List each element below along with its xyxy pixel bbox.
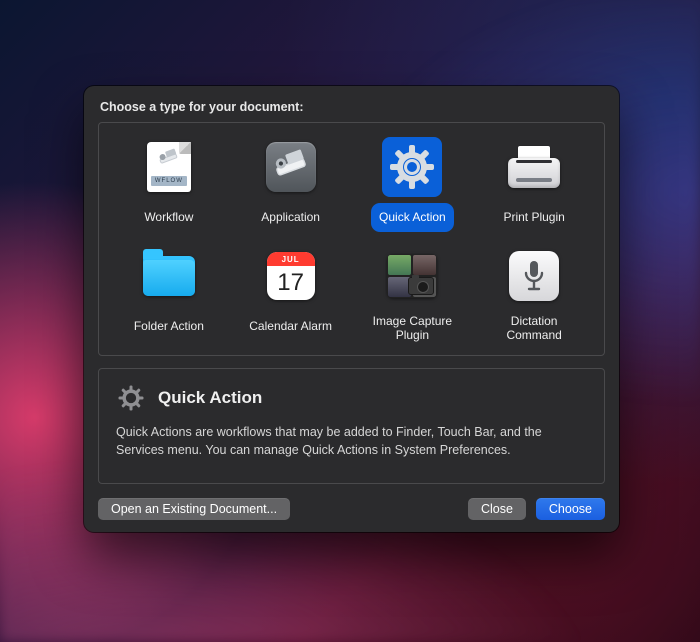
type-label: Calendar Alarm	[241, 312, 340, 341]
type-application[interactable]: Application	[233, 133, 349, 236]
type-label: Folder Action	[126, 312, 212, 341]
dialog-footer: Open an Existing Document... Close Choos…	[98, 498, 605, 520]
type-label: Image Capture Plugin	[357, 312, 469, 345]
info-title: Quick Action	[158, 388, 262, 408]
workflow-icon: WFLOW	[139, 137, 199, 197]
type-workflow[interactable]: WFLOW Workflow	[111, 133, 227, 236]
type-label: Application	[253, 203, 328, 232]
type-dictation-command[interactable]: Dictation Command	[476, 242, 592, 349]
type-grid-frame: WFLOW Workflow Application	[98, 122, 605, 356]
print-plugin-icon	[504, 137, 564, 197]
type-calendar-alarm[interactable]: JUL17 Calendar Alarm	[233, 242, 349, 349]
folder-action-icon	[139, 246, 199, 306]
type-label: Print Plugin	[495, 203, 572, 232]
info-panel: Quick Action Quick Actions are workflows…	[98, 368, 605, 484]
type-grid: WFLOW Workflow Application	[111, 133, 592, 349]
image-capture-icon	[382, 246, 442, 306]
calendar-alarm-icon: JUL17	[261, 246, 321, 306]
type-image-capture-plugin[interactable]: Image Capture Plugin	[355, 242, 471, 349]
quick-action-icon	[382, 137, 442, 197]
close-button[interactable]: Close	[468, 498, 526, 520]
choose-button[interactable]: Choose	[536, 498, 605, 520]
dialog-prompt: Choose a type for your document:	[100, 100, 605, 114]
type-label: Dictation Command	[478, 312, 590, 345]
open-existing-button[interactable]: Open an Existing Document...	[98, 498, 290, 520]
type-folder-action[interactable]: Folder Action	[111, 242, 227, 349]
type-label: Quick Action	[371, 203, 454, 232]
application-icon	[261, 137, 321, 197]
info-description: Quick Actions are workflows that may be …	[116, 423, 587, 459]
type-quick-action[interactable]: Quick Action	[355, 133, 471, 236]
new-document-dialog: Choose a type for your document: WFLOW W…	[84, 86, 619, 532]
gear-icon	[116, 383, 146, 413]
dictation-icon	[504, 246, 564, 306]
type-label: Workflow	[136, 203, 201, 232]
type-print-plugin[interactable]: Print Plugin	[476, 133, 592, 236]
